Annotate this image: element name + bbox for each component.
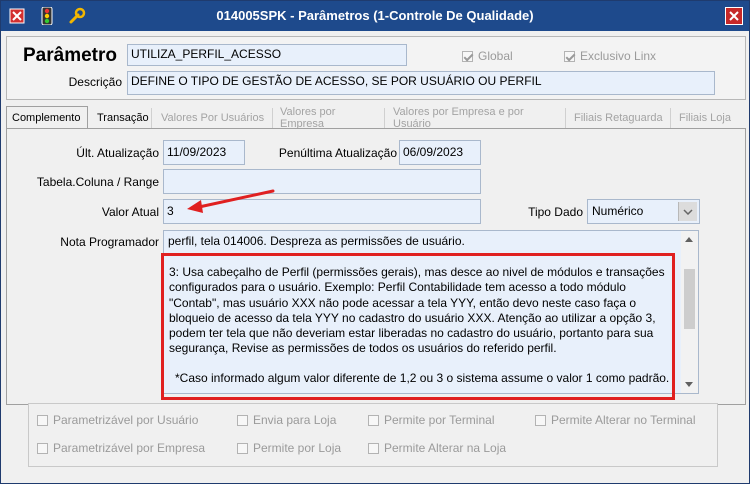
- param-usuario-label: Parametrizável por Usuário: [53, 413, 199, 427]
- permite-terminal-check-icon[interactable]: [368, 414, 379, 426]
- param-empresa-checkbox[interactable]: Parametrizável por Empresa: [37, 441, 205, 455]
- permite-alterar-loja-label: Permite Alterar na Loja: [384, 441, 507, 455]
- tab-filiais-retaguarda[interactable]: Filiais Retaguarda: [569, 108, 671, 128]
- descricao-field[interactable]: DEFINE O TIPO DE GESTÃO DE ACESSO, SE PO…: [127, 71, 715, 95]
- chevron-down-icon[interactable]: [678, 202, 697, 221]
- nota-programador-label: Nota Programador: [60, 235, 159, 249]
- exclusivo-linx-checkbox[interactable]: Exclusivo Linx: [564, 49, 656, 63]
- scroll-thumb[interactable]: [684, 269, 695, 329]
- descricao-label: Descrição: [68, 75, 122, 89]
- global-check-icon[interactable]: [462, 50, 473, 62]
- param-usuario-check-icon[interactable]: [37, 414, 48, 426]
- parametros-window: 014005SPK - Parâmetros (1-Controle De Qu…: [0, 0, 750, 484]
- permite-loja-label: Permite por Loja: [253, 441, 342, 455]
- tab-complemento[interactable]: Complemento: [6, 106, 88, 129]
- tab-valores-empresa[interactable]: Valores por Empresa: [275, 106, 385, 130]
- penultima-atualizacao-label: Penúltima Atualização: [278, 146, 397, 160]
- tipo-dado-select[interactable]: Numérico: [587, 199, 700, 224]
- param-empresa-label: Parametrizável por Empresa: [53, 441, 206, 455]
- exclusivo-check-icon[interactable]: [564, 50, 575, 62]
- permite-alterar-terminal-checkbox[interactable]: Permite Alterar no Terminal: [535, 413, 696, 427]
- close-button[interactable]: [725, 7, 743, 25]
- tab-strip: Complemento Transação Valores Por Usuári…: [6, 106, 744, 130]
- valor-atual-label: Valor Atual: [101, 205, 159, 219]
- options-group: Parametrizável por Usuário Envia para Lo…: [28, 403, 718, 467]
- tab-valores-empresa-usuario[interactable]: Valores por Empresa e por Usuário: [388, 106, 566, 130]
- red-highlight-box: [161, 253, 675, 400]
- permite-terminal-label: Permite por Terminal: [384, 413, 495, 427]
- parameter-header: Parâmetro UTILIZA_PERFIL_ACESSO Global E…: [6, 36, 746, 100]
- envia-loja-checkbox[interactable]: Envia para Loja: [237, 413, 336, 427]
- envia-loja-check-icon[interactable]: [237, 414, 248, 426]
- tipo-dado-value: Numérico: [592, 204, 644, 218]
- permite-loja-check-icon[interactable]: [237, 442, 248, 454]
- scroll-down-icon[interactable]: [685, 382, 693, 387]
- permite-terminal-checkbox[interactable]: Permite por Terminal: [368, 413, 494, 427]
- permite-alterar-terminal-label: Permite Alterar no Terminal: [551, 413, 696, 427]
- parametro-label: Parâmetro: [23, 45, 117, 66]
- tab-filiais-loja[interactable]: Filiais Loja: [674, 108, 739, 128]
- permite-alterar-loja-check-icon[interactable]: [368, 442, 379, 454]
- ult-atualizacao-label: Últ. Atualização: [76, 146, 159, 160]
- tab-valores-usuarios[interactable]: Valores Por Usuários: [156, 108, 273, 128]
- param-usuario-checkbox[interactable]: Parametrizável por Usuário: [37, 413, 198, 427]
- tabela-coluna-label: Tabela.Coluna / Range: [36, 175, 159, 189]
- memo-scrollbar[interactable]: [681, 231, 698, 393]
- red-arrow-annotation: [187, 189, 275, 213]
- title-bar: 014005SPK - Parâmetros (1-Controle De Qu…: [1, 1, 749, 31]
- param-empresa-check-icon[interactable]: [37, 442, 48, 454]
- scroll-up-icon[interactable]: [685, 237, 693, 242]
- permite-alterar-loja-checkbox[interactable]: Permite Alterar na Loja: [368, 441, 506, 455]
- tipo-dado-label: Tipo Dado: [528, 205, 583, 219]
- ult-atualizacao-field[interactable]: 11/09/2023: [163, 140, 245, 165]
- nota-line1: perfil, tela 014006. Despreza as permiss…: [168, 234, 465, 248]
- envia-loja-label: Envia para Loja: [253, 413, 337, 427]
- window-title: 014005SPK - Parâmetros (1-Controle De Qu…: [216, 8, 534, 23]
- penultima-atualizacao-field[interactable]: 06/09/2023: [399, 140, 481, 165]
- parametro-field[interactable]: UTILIZA_PERFIL_ACESSO: [127, 44, 407, 66]
- permite-alterar-terminal-check-icon[interactable]: [535, 414, 546, 426]
- global-label: Global: [478, 49, 513, 63]
- permite-loja-checkbox[interactable]: Permite por Loja: [237, 441, 341, 455]
- exclusivo-label: Exclusivo Linx: [580, 49, 657, 63]
- global-checkbox[interactable]: Global: [462, 49, 513, 63]
- tab-transacao[interactable]: Transação: [92, 108, 152, 128]
